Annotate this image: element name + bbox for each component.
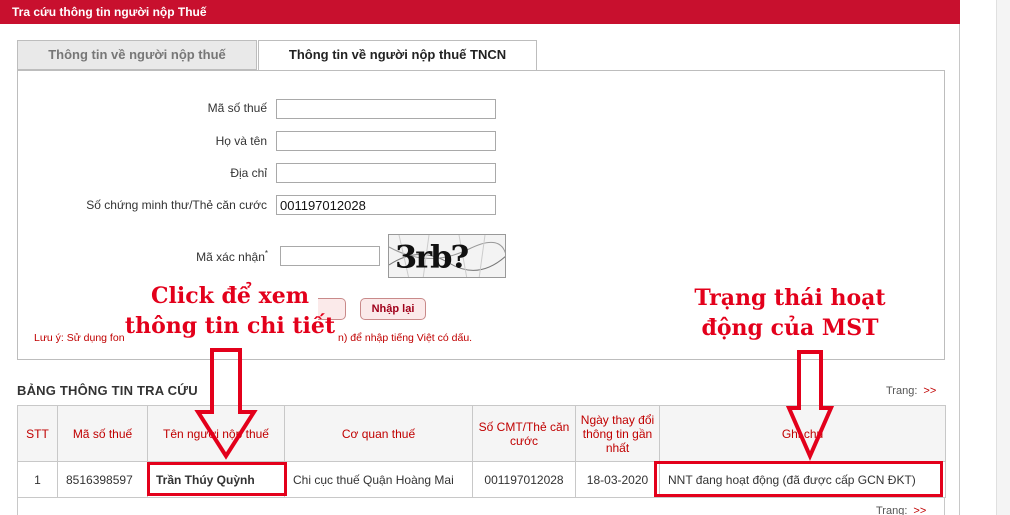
col-tax-agency: Cơ quan thuế [284, 405, 473, 462]
col-last-changed: Ngày thay đổi thông tin gần nhất [575, 405, 660, 462]
highlight-status-note [654, 461, 943, 497]
col-stt: STT [17, 405, 58, 462]
cell-last-changed: 18-03-2020 [575, 461, 660, 498]
arrow-down-left-icon [194, 348, 258, 460]
arrow-down-right-icon [785, 350, 835, 461]
pagination-top[interactable]: Trang: >> [886, 385, 936, 397]
col-tax-code: Mã số thuế [57, 405, 148, 462]
tab-personal-income-taxpayer-info[interactable]: Thông tin về người nộp thuế TNCN [258, 40, 537, 71]
tax-code-input[interactable] [276, 99, 496, 119]
captcha-image: 3rb?m8 [388, 234, 506, 278]
captcha-label: Mã xác nhận* [196, 249, 268, 264]
tax-code-label: Mã số thuế [207, 101, 267, 115]
page-scrollbar[interactable] [996, 0, 1010, 515]
tab-taxpayer-info[interactable]: Thông tin về người nộp thuế [17, 40, 257, 70]
pagination-bottom[interactable]: Trang: >> [876, 505, 926, 515]
results-title: BẢNG THÔNG TIN TRA CỨU [17, 383, 198, 398]
panel-header: Tra cứu thông tin người nộp Thuế [0, 0, 960, 24]
col-id-number: Số CMT/Thẻ căn cước [472, 405, 576, 462]
highlight-taxpayer-name [147, 462, 287, 496]
address-label: Địa chỉ [230, 166, 267, 180]
cell-id-number: 001197012028 [472, 461, 576, 498]
name-label: Họ và tên [215, 134, 267, 148]
annotation-click-details: Click để xem thông tin chi tiết [124, 283, 336, 339]
cell-stt: 1 [17, 461, 58, 498]
name-input[interactable] [276, 131, 496, 151]
captcha-input[interactable] [280, 246, 380, 266]
id-number-input[interactable] [276, 195, 496, 215]
annotation-status: Trạng thái hoạt động của MST [694, 285, 886, 341]
cell-tax-agency: Chi cục thuế Quận Hoàng Mai [284, 461, 473, 498]
address-input[interactable] [276, 163, 496, 183]
table-continuation [17, 498, 945, 515]
captcha-text: 3rb?m8 [395, 238, 469, 277]
page: Tra cứu thông tin người nộp Thuế Thông t… [0, 0, 1010, 515]
font-note-start: Lưu ý: Sử dụng fon [34, 332, 125, 344]
id-number-label: Số chứng minh thư/Thẻ căn cước [86, 198, 267, 212]
font-note-end: n) để nhập tiếng Việt có dấu. [338, 332, 473, 344]
reset-button[interactable]: Nhập lại [360, 298, 426, 320]
cell-tax-code: 8516398597 [57, 461, 148, 498]
